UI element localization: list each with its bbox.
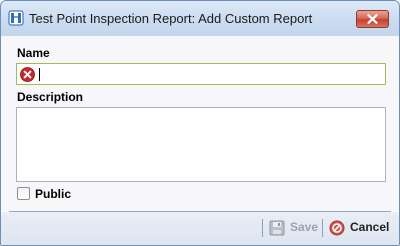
public-checkbox[interactable] [17, 187, 30, 200]
save-button[interactable]: Save [269, 218, 319, 238]
name-label: Name [17, 46, 50, 60]
cancel-label: Cancel [350, 220, 390, 234]
cancel-icon [329, 220, 345, 236]
description-field[interactable] [16, 107, 386, 182]
window-title: Test Point Inspection Report: Add Custom… [29, 11, 313, 26]
save-label: Save [290, 220, 319, 234]
save-disk-icon [269, 220, 285, 236]
text-caret [39, 68, 40, 81]
public-label[interactable]: Public [35, 187, 71, 201]
title-bar[interactable]: Test Point Inspection Report: Add Custom… [1, 1, 399, 36]
cancel-button[interactable]: Cancel [329, 218, 391, 238]
description-input[interactable] [17, 108, 385, 181]
name-field[interactable] [16, 63, 386, 85]
toolbar-separator [322, 219, 323, 237]
dialog-window: Test Point Inspection Report: Add Custom… [0, 0, 400, 246]
error-icon [20, 67, 35, 82]
description-label: Description [17, 90, 84, 104]
close-button[interactable] [356, 10, 389, 28]
app-icon [8, 10, 24, 26]
dialog-footer: Save Cancel [1, 212, 399, 245]
toolbar-separator [262, 219, 263, 237]
name-input[interactable] [41, 66, 381, 82]
close-icon [367, 14, 378, 24]
